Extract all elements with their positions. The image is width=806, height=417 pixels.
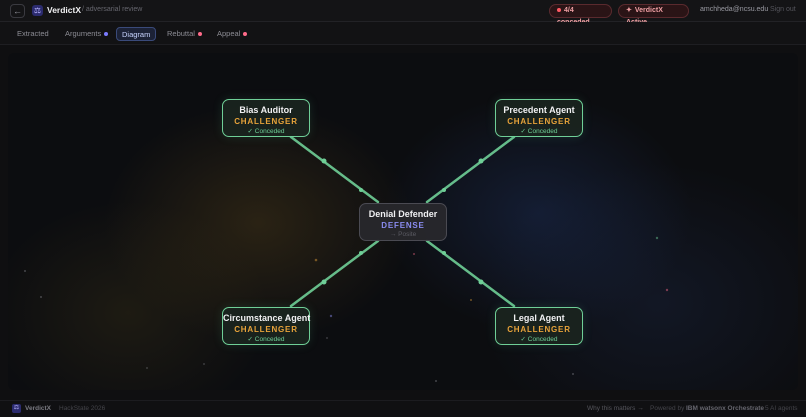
tab-bar: Extracted Arguments Diagram Rebuttal App… (0, 22, 806, 45)
conceded-badge: 4/4 conceded (549, 4, 612, 26)
arrow-left-icon: ← (13, 6, 22, 16)
footer: ⚖ VerdictX HackState 2026 Why this matte… (0, 400, 806, 417)
node-name: Precedent Agent (503, 105, 575, 115)
node-circumstance-agent[interactable]: Circumstance Agent CHALLENGER ✓ Conceded (222, 307, 310, 345)
agents-count: 5 AI agents (765, 405, 798, 412)
node-role: CHALLENGER (507, 325, 571, 334)
scales-icon: ⚖ (12, 404, 21, 413)
node-bias-auditor[interactable]: Bias Auditor CHALLENGER ✓ Conceded (222, 99, 310, 137)
edge-legal-agent (425, 239, 516, 308)
node-denial-defender[interactable]: Denial Defender DEFENSE → Posite (359, 203, 447, 241)
node-status: ✓ Conceded (520, 128, 558, 135)
node-precedent-agent[interactable]: Precedent Agent CHALLENGER ✓ Conceded (495, 99, 583, 137)
footer-brand: VerdictX (25, 405, 52, 412)
edge-precedent-agent (425, 135, 516, 204)
node-name: Bias Auditor (239, 105, 293, 115)
node-role: CHALLENGER (507, 117, 571, 126)
user-email: amchheda@ncsu.edu (700, 6, 769, 13)
sign-out-link[interactable]: Sign out (770, 6, 796, 13)
node-role: CHALLENGER (234, 117, 298, 126)
top-bar: ← ⚖ VerdictX / adversarial review 4/4 co… (0, 0, 806, 26)
node-status: ✓ Conceded (247, 128, 285, 135)
node-role: CHALLENGER (234, 325, 298, 334)
notification-dot-icon (243, 31, 248, 36)
tab-diagram[interactable]: Diagram (116, 27, 157, 41)
powered-by: IBM watsonx Orchestrate (686, 405, 765, 412)
edge-circumstance-agent (289, 239, 380, 308)
sparkle-icon: ✦ (626, 7, 632, 14)
powered-label: Powered by (650, 405, 685, 412)
app-subtitle: / adversarial review (82, 6, 143, 13)
notification-dot-icon (104, 31, 109, 36)
node-name: Legal Agent (513, 313, 565, 323)
tab-arguments[interactable]: Arguments (60, 27, 113, 41)
node-name: Denial Defender (368, 209, 438, 219)
footer-version: HackState 2026 (59, 405, 106, 412)
back-button[interactable]: ← (10, 4, 25, 18)
edge-bias-auditor (289, 135, 380, 204)
app-title: VerdictX (47, 5, 82, 15)
tab-rebuttal[interactable]: Rebuttal (162, 27, 207, 41)
active-badge: ✦VerdictX Active (618, 4, 689, 26)
diagram-canvas[interactable]: Bias Auditor CHALLENGER ✓ Conceded Prece… (8, 53, 798, 390)
tab-extracted[interactable]: Extracted (12, 27, 54, 41)
node-status: ✓ Conceded (247, 336, 285, 343)
node-role: DEFENSE (381, 221, 425, 230)
node-name: Circumstance Agent (223, 313, 311, 323)
notification-dot-icon (197, 31, 202, 36)
status-dot-icon (557, 7, 561, 12)
tab-appeal[interactable]: Appeal (212, 27, 252, 41)
why-link[interactable]: Why this matters → (587, 405, 644, 412)
scales-icon: ⚖ (32, 5, 43, 16)
node-legal-agent[interactable]: Legal Agent CHALLENGER ✓ Conceded (495, 307, 583, 345)
node-status: ✓ Conceded (520, 336, 558, 343)
node-status: → Posite (389, 231, 417, 238)
